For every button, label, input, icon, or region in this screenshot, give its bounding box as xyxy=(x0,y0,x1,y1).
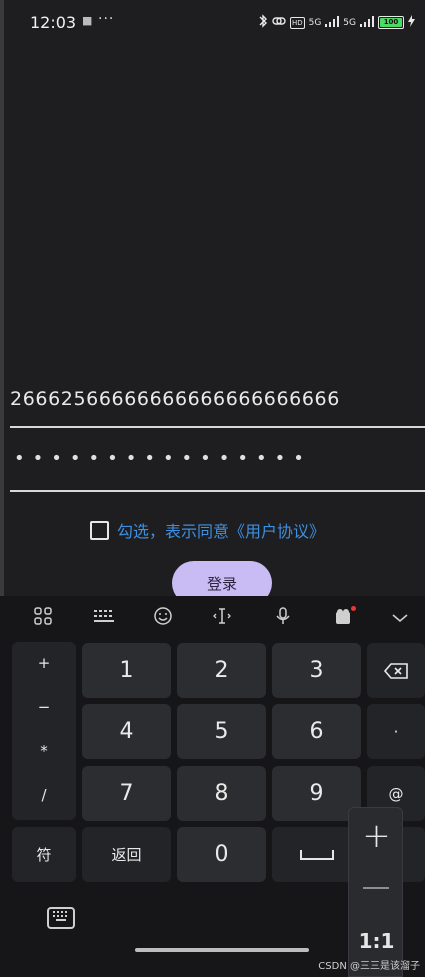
multiply-key[interactable]: * xyxy=(12,742,76,760)
keyboard-toolbar xyxy=(0,596,425,642)
mic-icon[interactable] xyxy=(270,606,296,632)
collapse-chevron-icon[interactable] xyxy=(387,606,413,632)
backspace-key[interactable] xyxy=(367,643,425,698)
notification-icon: ■ xyxy=(82,14,93,27)
keyboard-layout-icon[interactable] xyxy=(91,606,117,632)
signal-bars-icon-2 xyxy=(360,15,374,30)
zoom-control-panel: + 1:1 xyxy=(348,807,403,977)
agreement-text[interactable]: 勾选，表示同意《用户协议》 xyxy=(117,518,325,542)
link-icon xyxy=(272,15,286,30)
zoom-ratio-button[interactable]: 1:1 xyxy=(349,929,404,953)
bluetooth-icon xyxy=(258,14,268,31)
home-indicator[interactable] xyxy=(135,948,309,952)
more-notifications-icon: ··· xyxy=(98,11,115,27)
password-input[interactable]: •••••••••••••••• xyxy=(14,448,312,469)
apps-grid-icon[interactable] xyxy=(30,606,56,632)
battery-level: 100 xyxy=(380,18,402,27)
space-icon xyxy=(299,849,334,860)
agreement-checkbox[interactable] xyxy=(90,520,109,540)
key-8[interactable]: 8 xyxy=(177,766,266,821)
key-3[interactable]: 3 xyxy=(272,643,361,698)
status-bar: 12:03 ■ ··· HD 5G 5G 100 xyxy=(0,0,425,46)
key-5[interactable]: 5 xyxy=(177,704,266,759)
key-0[interactable]: 0 xyxy=(177,827,266,882)
status-icons: HD 5G 5G 100 xyxy=(258,14,415,31)
signal-5g-label: 5G xyxy=(308,17,322,28)
key-7[interactable]: 7 xyxy=(82,766,171,821)
zoom-in-button[interactable]: + xyxy=(349,816,404,856)
key-6[interactable]: 6 xyxy=(272,704,361,759)
key-4[interactable]: 4 xyxy=(82,704,171,759)
back-key[interactable]: 返回 xyxy=(82,827,171,882)
backspace-icon xyxy=(383,662,408,679)
symbol-column: + − * / xyxy=(12,642,76,820)
notification-dot xyxy=(351,606,356,611)
symbol-key[interactable]: 符 xyxy=(12,827,76,882)
cursor-icon[interactable] xyxy=(209,606,235,632)
agreement-row[interactable]: 勾选，表示同意《用户协议》 xyxy=(90,518,325,542)
keyboard-switch-icon[interactable] xyxy=(47,907,75,929)
zoom-out-button[interactable] xyxy=(363,887,389,889)
account-underline xyxy=(10,426,425,428)
signal-bars-icon xyxy=(325,15,340,30)
charging-icon xyxy=(408,15,415,30)
dot-key[interactable]: · xyxy=(367,704,425,759)
key-1[interactable]: 1 xyxy=(82,643,171,698)
hd-badge: HD xyxy=(289,16,305,29)
plus-key[interactable]: + xyxy=(12,654,76,672)
signal-5g-label-2: 5G xyxy=(343,17,356,28)
account-input[interactable]: 26662566666666666666666666 xyxy=(10,388,340,410)
minus-key[interactable]: − xyxy=(12,698,76,716)
key-2[interactable]: 2 xyxy=(177,643,266,698)
status-time: 12:03 xyxy=(30,13,77,32)
password-underline xyxy=(10,490,425,492)
watermark: CSDN @三三是该溜子 xyxy=(318,961,420,972)
emoji-icon[interactable] xyxy=(150,606,176,632)
battery-icon: 100 xyxy=(378,16,404,29)
divide-key[interactable]: / xyxy=(12,786,76,804)
clipboard-icon[interactable] xyxy=(330,606,356,632)
